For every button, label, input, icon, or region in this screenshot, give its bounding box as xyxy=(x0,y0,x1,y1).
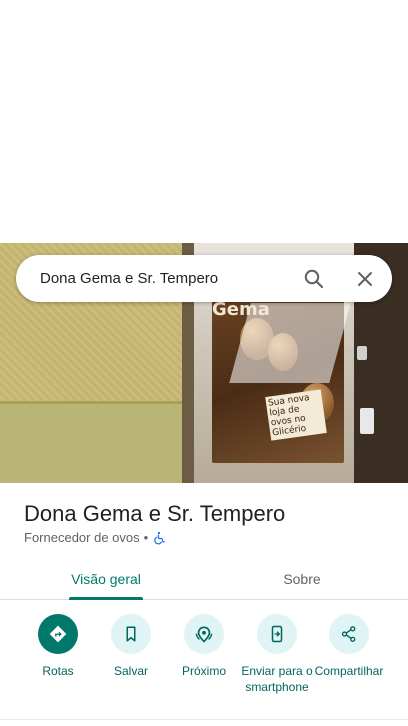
tab-selected-indicator xyxy=(69,597,143,600)
action-buttons: Rotas Salvar Próximo Enviar para o smart… xyxy=(0,614,408,714)
save-button[interactable]: Salvar xyxy=(91,614,171,679)
search-bar[interactable]: Dona Gema e Sr. Tempero xyxy=(16,255,392,302)
share-button-circle[interactable] xyxy=(329,614,369,654)
nearby-button[interactable]: Próximo xyxy=(164,614,244,679)
directions-button-circle[interactable] xyxy=(38,614,78,654)
send-to-phone-button[interactable]: Enviar para o smartphone xyxy=(237,614,317,695)
nearby-icon xyxy=(195,626,213,643)
separator-dot: • xyxy=(143,530,149,545)
directions-icon xyxy=(49,625,67,643)
tab-bar: Visão geral Sobre xyxy=(0,558,408,600)
save-label: Salvar xyxy=(113,664,148,678)
place-title: Dona Gema e Sr. Tempero xyxy=(24,501,286,526)
map-area xyxy=(0,0,408,243)
search-input[interactable]: Dona Gema e Sr. Tempero xyxy=(40,270,218,287)
search-icon[interactable] xyxy=(302,267,326,291)
bookmark-icon xyxy=(126,626,136,642)
tab-overview[interactable]: Visão geral xyxy=(4,558,208,600)
close-icon[interactable] xyxy=(353,267,377,291)
directions-label: Rotas xyxy=(42,664,74,678)
photo-door-hinge xyxy=(357,346,367,360)
directions-button[interactable]: Rotas xyxy=(18,614,98,679)
wheelchair-accessible-icon xyxy=(154,531,166,544)
photo-wall-lower xyxy=(0,403,182,483)
send-to-phone-button-circle[interactable] xyxy=(257,614,297,654)
place-subtitle: Fornecedor de ovos • xyxy=(24,530,166,545)
share-label: Compartilhar xyxy=(314,664,384,678)
share-button[interactable]: Compartilhar xyxy=(309,614,389,679)
photo-wall-line xyxy=(0,401,182,404)
send-to-phone-label: Enviar para o smartphone xyxy=(241,664,313,694)
photo-poster-text: Sua nova loja de ovos no Glicério xyxy=(265,389,327,441)
place-category: Fornecedor de ovos xyxy=(24,530,140,545)
photo-poster-title: Gema xyxy=(212,299,270,320)
photo-door-handle xyxy=(360,408,374,434)
send-to-phone-icon xyxy=(271,625,283,643)
share-icon xyxy=(341,626,356,642)
nearby-button-circle[interactable] xyxy=(184,614,224,654)
bottom-divider xyxy=(0,719,408,720)
nearby-label: Próximo xyxy=(181,664,226,678)
tab-about[interactable]: Sobre xyxy=(200,558,404,600)
save-button-circle[interactable] xyxy=(111,614,151,654)
